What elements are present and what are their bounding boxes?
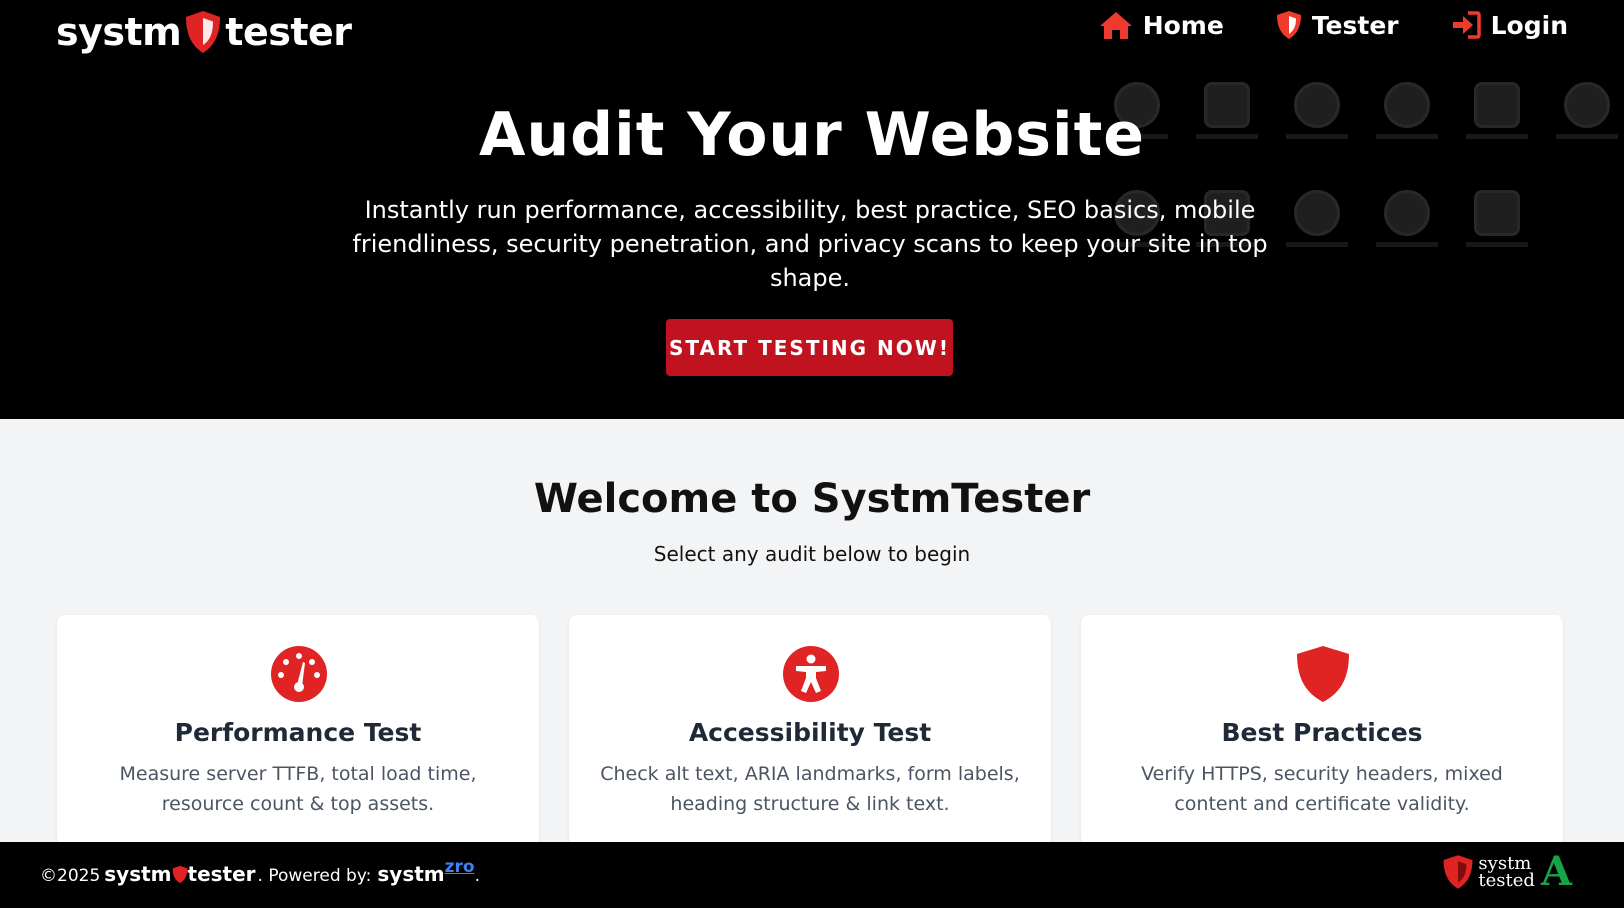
background-tile: [1370, 184, 1444, 254]
footer-period: .: [474, 866, 481, 886]
nav-tester[interactable]: Tester: [1276, 10, 1399, 40]
hero-title: Audit Your Website: [479, 100, 1145, 170]
background-tile-caption: [1466, 242, 1528, 247]
footer-brand-tester: tester: [187, 862, 256, 886]
hero-subtitle: Instantly run performance, accessibility…: [352, 196, 1268, 292]
site-footer: ©2025 systm tester . Powered by: systm z…: [0, 842, 1624, 908]
welcome-subtitle: Select any audit below to begin: [653, 542, 971, 566]
logo-word-systm: systm: [56, 10, 182, 54]
footer-brand[interactable]: systm tester: [104, 862, 255, 886]
login-icon: [1452, 11, 1481, 39]
logo-word-tester: tester: [225, 10, 352, 54]
background-tile-caption: [1376, 242, 1438, 247]
nav-home-label: Home: [1142, 10, 1224, 40]
card-accessibility-test[interactable]: Accessibility Test Check alt text, ARIA …: [569, 615, 1051, 845]
nav-login[interactable]: Login: [1451, 11, 1568, 40]
copyright-year: ©2025: [40, 866, 101, 886]
accessibility-icon: [783, 646, 839, 702]
welcome-title: Welcome to SystmTester: [533, 476, 1091, 522]
card-description: Measure server TTFB, total load time, re…: [119, 763, 477, 815]
card-title: Best Practices: [1221, 718, 1423, 747]
main-nav: Home Tester Login: [1047, 10, 1568, 40]
footer-brand-systm: systm: [104, 862, 172, 886]
badge-grade: A: [1540, 848, 1572, 895]
background-tile-caption: [1286, 242, 1348, 247]
badge-text: systm tested: [1478, 855, 1535, 891]
card-title: Performance Test: [174, 718, 422, 747]
card-description: Verify HTTPS, security headers, mixed co…: [1141, 763, 1503, 815]
card-description: Check alt text, ARIA landmarks, form lab…: [600, 763, 1020, 815]
card-performance-test[interactable]: Performance Test Measure server TTFB, to…: [57, 615, 539, 845]
background-tile: [1460, 184, 1534, 254]
shield-logo-icon: [172, 865, 187, 883]
background-tile-icon: [1384, 190, 1430, 236]
nav-login-label: Login: [1490, 10, 1568, 40]
hero-section: systm tester Home Tester Login Audit You…: [0, 0, 1624, 419]
systmzro-systm: systm: [377, 862, 445, 886]
shield-icon: [1276, 11, 1301, 39]
shield-logo-icon: [186, 11, 221, 53]
start-testing-button[interactable]: START TESTING NOW!: [666, 319, 953, 376]
home-icon: [1099, 12, 1132, 39]
background-tile: [1280, 184, 1354, 254]
background-tile-icon: [1474, 190, 1520, 236]
background-tile-icon: [1294, 190, 1340, 236]
nav-home[interactable]: Home: [1099, 10, 1224, 40]
gauge-icon: [271, 646, 327, 702]
site-logo[interactable]: systm tester: [56, 6, 352, 58]
badge-line-2: tested: [1478, 870, 1535, 891]
nav-tester-label: Tester: [1311, 10, 1399, 40]
systm-tested-badge[interactable]: systm tested A: [1442, 852, 1572, 892]
systmzro-zro: zro: [444, 857, 475, 877]
systmzro-link[interactable]: systm zro: [377, 857, 474, 886]
shield-icon: [1297, 646, 1349, 702]
shield-badge-icon: [1444, 855, 1473, 889]
card-best-practices[interactable]: Best Practices Verify HTTPS, security he…: [1081, 615, 1563, 845]
footer-copyright: ©2025 systm tester . Powered by: systm z…: [40, 857, 481, 886]
card-title: Accessibility Test: [688, 718, 932, 747]
powered-by-text: . Powered by:: [257, 866, 372, 886]
